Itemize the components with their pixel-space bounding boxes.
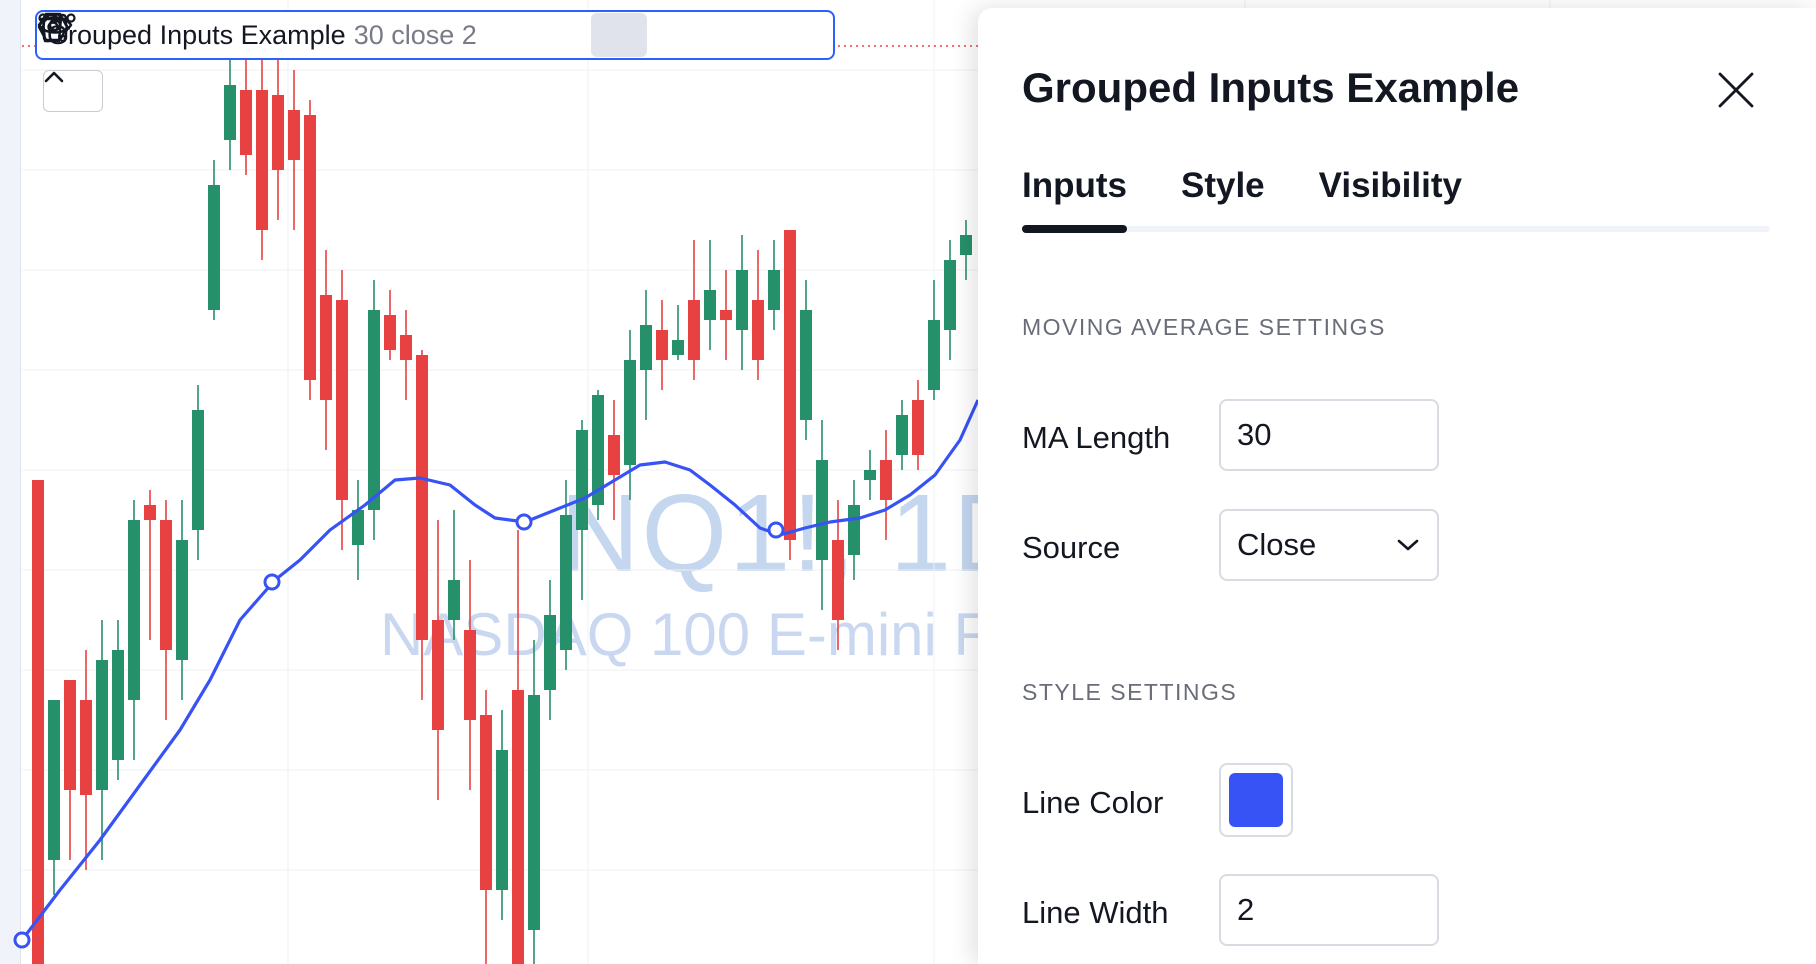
chevron-up-icon: [44, 71, 64, 83]
candle-body: [128, 520, 140, 700]
ma-line-handle[interactable]: [263, 573, 281, 591]
dialog-tabs: Inputs Style Visibility: [1022, 166, 1516, 224]
delete-button[interactable]: [38, 13, 767, 57]
chevron-down-icon: [1397, 539, 1419, 551]
candle-body: [880, 460, 892, 500]
candle-body: [784, 230, 796, 540]
ma-length-input[interactable]: 30: [1219, 399, 1439, 471]
candle-body: [64, 680, 76, 790]
candle-body: [400, 335, 412, 360]
candle-body: [32, 480, 44, 964]
candle-body: [368, 310, 380, 510]
candle-body: [272, 95, 284, 170]
tab-inputs[interactable]: Inputs: [1022, 166, 1127, 224]
active-tab-indicator: [1022, 225, 1127, 233]
indicator-legend-title[interactable]: Grouped Inputs Example: [47, 20, 346, 51]
candle-body: [928, 320, 940, 390]
candle-body: [848, 505, 860, 555]
candle-body: [752, 300, 764, 360]
moving-average-section-title: MOVING AVERAGE SETTINGS: [1022, 314, 1386, 340]
candle-body: [640, 325, 652, 370]
candle-body: [464, 630, 476, 720]
more-button[interactable]: [38, 13, 827, 57]
candle-body: [704, 290, 716, 320]
ma-line-handle[interactable]: [767, 521, 785, 539]
candle-body: [800, 310, 812, 420]
close-icon: [1718, 72, 1754, 108]
ma-length-label: MA Length: [1022, 420, 1171, 455]
candle-body: [672, 340, 684, 355]
candle-body: [176, 540, 188, 660]
more-icon: [38, 13, 76, 23]
candle-body: [192, 410, 204, 530]
candle-body: [304, 115, 316, 380]
candle-body: [416, 355, 428, 640]
candle-body: [96, 660, 108, 790]
settings-button[interactable]: [37, 12, 647, 57]
line-color-label: Line Color: [1022, 785, 1164, 820]
candle-body: [160, 520, 172, 650]
candle-body: [224, 85, 236, 140]
ma-length-value: 30: [1237, 417, 1272, 452]
candle-body: [768, 270, 780, 310]
candle-body: [736, 270, 748, 330]
candle-body: [960, 235, 972, 255]
candle-body: [496, 750, 508, 890]
candle-body: [320, 295, 332, 400]
candle-body: [832, 540, 844, 620]
candle-body: [688, 300, 700, 360]
candle-body: [432, 620, 444, 730]
candle-body: [912, 400, 924, 455]
indicator-legend[interactable]: Grouped Inputs Example 30 close 2: [35, 10, 835, 60]
candle-body: [112, 650, 124, 760]
candle-body: [48, 700, 60, 860]
line-width-value: 2: [1237, 892, 1255, 927]
close-dialog-button[interactable]: [1706, 60, 1766, 120]
candle-body: [512, 690, 524, 964]
candle-body: [352, 510, 364, 545]
source-code-button[interactable]: [39, 13, 707, 57]
candle-body: [480, 715, 492, 890]
candle-body: [720, 310, 732, 320]
indicator-settings-dialog: Grouped Inputs Example Inputs Style Visi…: [978, 8, 1816, 964]
tab-visibility[interactable]: Visibility: [1319, 166, 1462, 224]
candle-body: [544, 615, 556, 690]
candle-body: [624, 360, 636, 465]
indicator-legend-args: 30 close 2: [353, 19, 477, 50]
dialog-title: Grouped Inputs Example: [1022, 64, 1520, 111]
candle-body: [240, 90, 252, 155]
candle-body: [816, 460, 828, 560]
collapse-legend-button[interactable]: [43, 70, 103, 112]
line-width-input[interactable]: 2: [1219, 874, 1439, 946]
candle-body: [256, 90, 268, 230]
style-section-title: STYLE SETTINGS: [1022, 679, 1238, 705]
line-color-picker[interactable]: [1219, 763, 1293, 837]
tab-rail: [1022, 226, 1770, 232]
visibility-button[interactable]: [37, 13, 587, 57]
candle-body: [608, 435, 620, 475]
tab-style[interactable]: Style: [1181, 166, 1265, 224]
candle-body: [384, 315, 396, 350]
candle-body: [336, 300, 348, 500]
candle-body: [528, 695, 540, 930]
ma-line-handle[interactable]: [515, 513, 533, 531]
source-select[interactable]: Close: [1219, 509, 1439, 581]
ma-line-handle[interactable]: [13, 931, 31, 949]
candle-body: [656, 330, 668, 360]
candle-body: [288, 110, 300, 160]
candle-body: [576, 430, 588, 530]
candle-body: [864, 470, 876, 480]
candle-body: [80, 700, 92, 795]
source-label: Source: [1022, 530, 1121, 565]
candle-body: [560, 515, 572, 650]
candle-body: [144, 505, 156, 520]
candle-body: [208, 185, 220, 310]
candle-body: [896, 415, 908, 455]
line-color-swatch: [1229, 773, 1283, 827]
line-width-label: Line Width: [1022, 895, 1169, 930]
candle-body: [448, 580, 460, 620]
candle-body: [944, 260, 956, 330]
source-value: Close: [1237, 527, 1317, 562]
